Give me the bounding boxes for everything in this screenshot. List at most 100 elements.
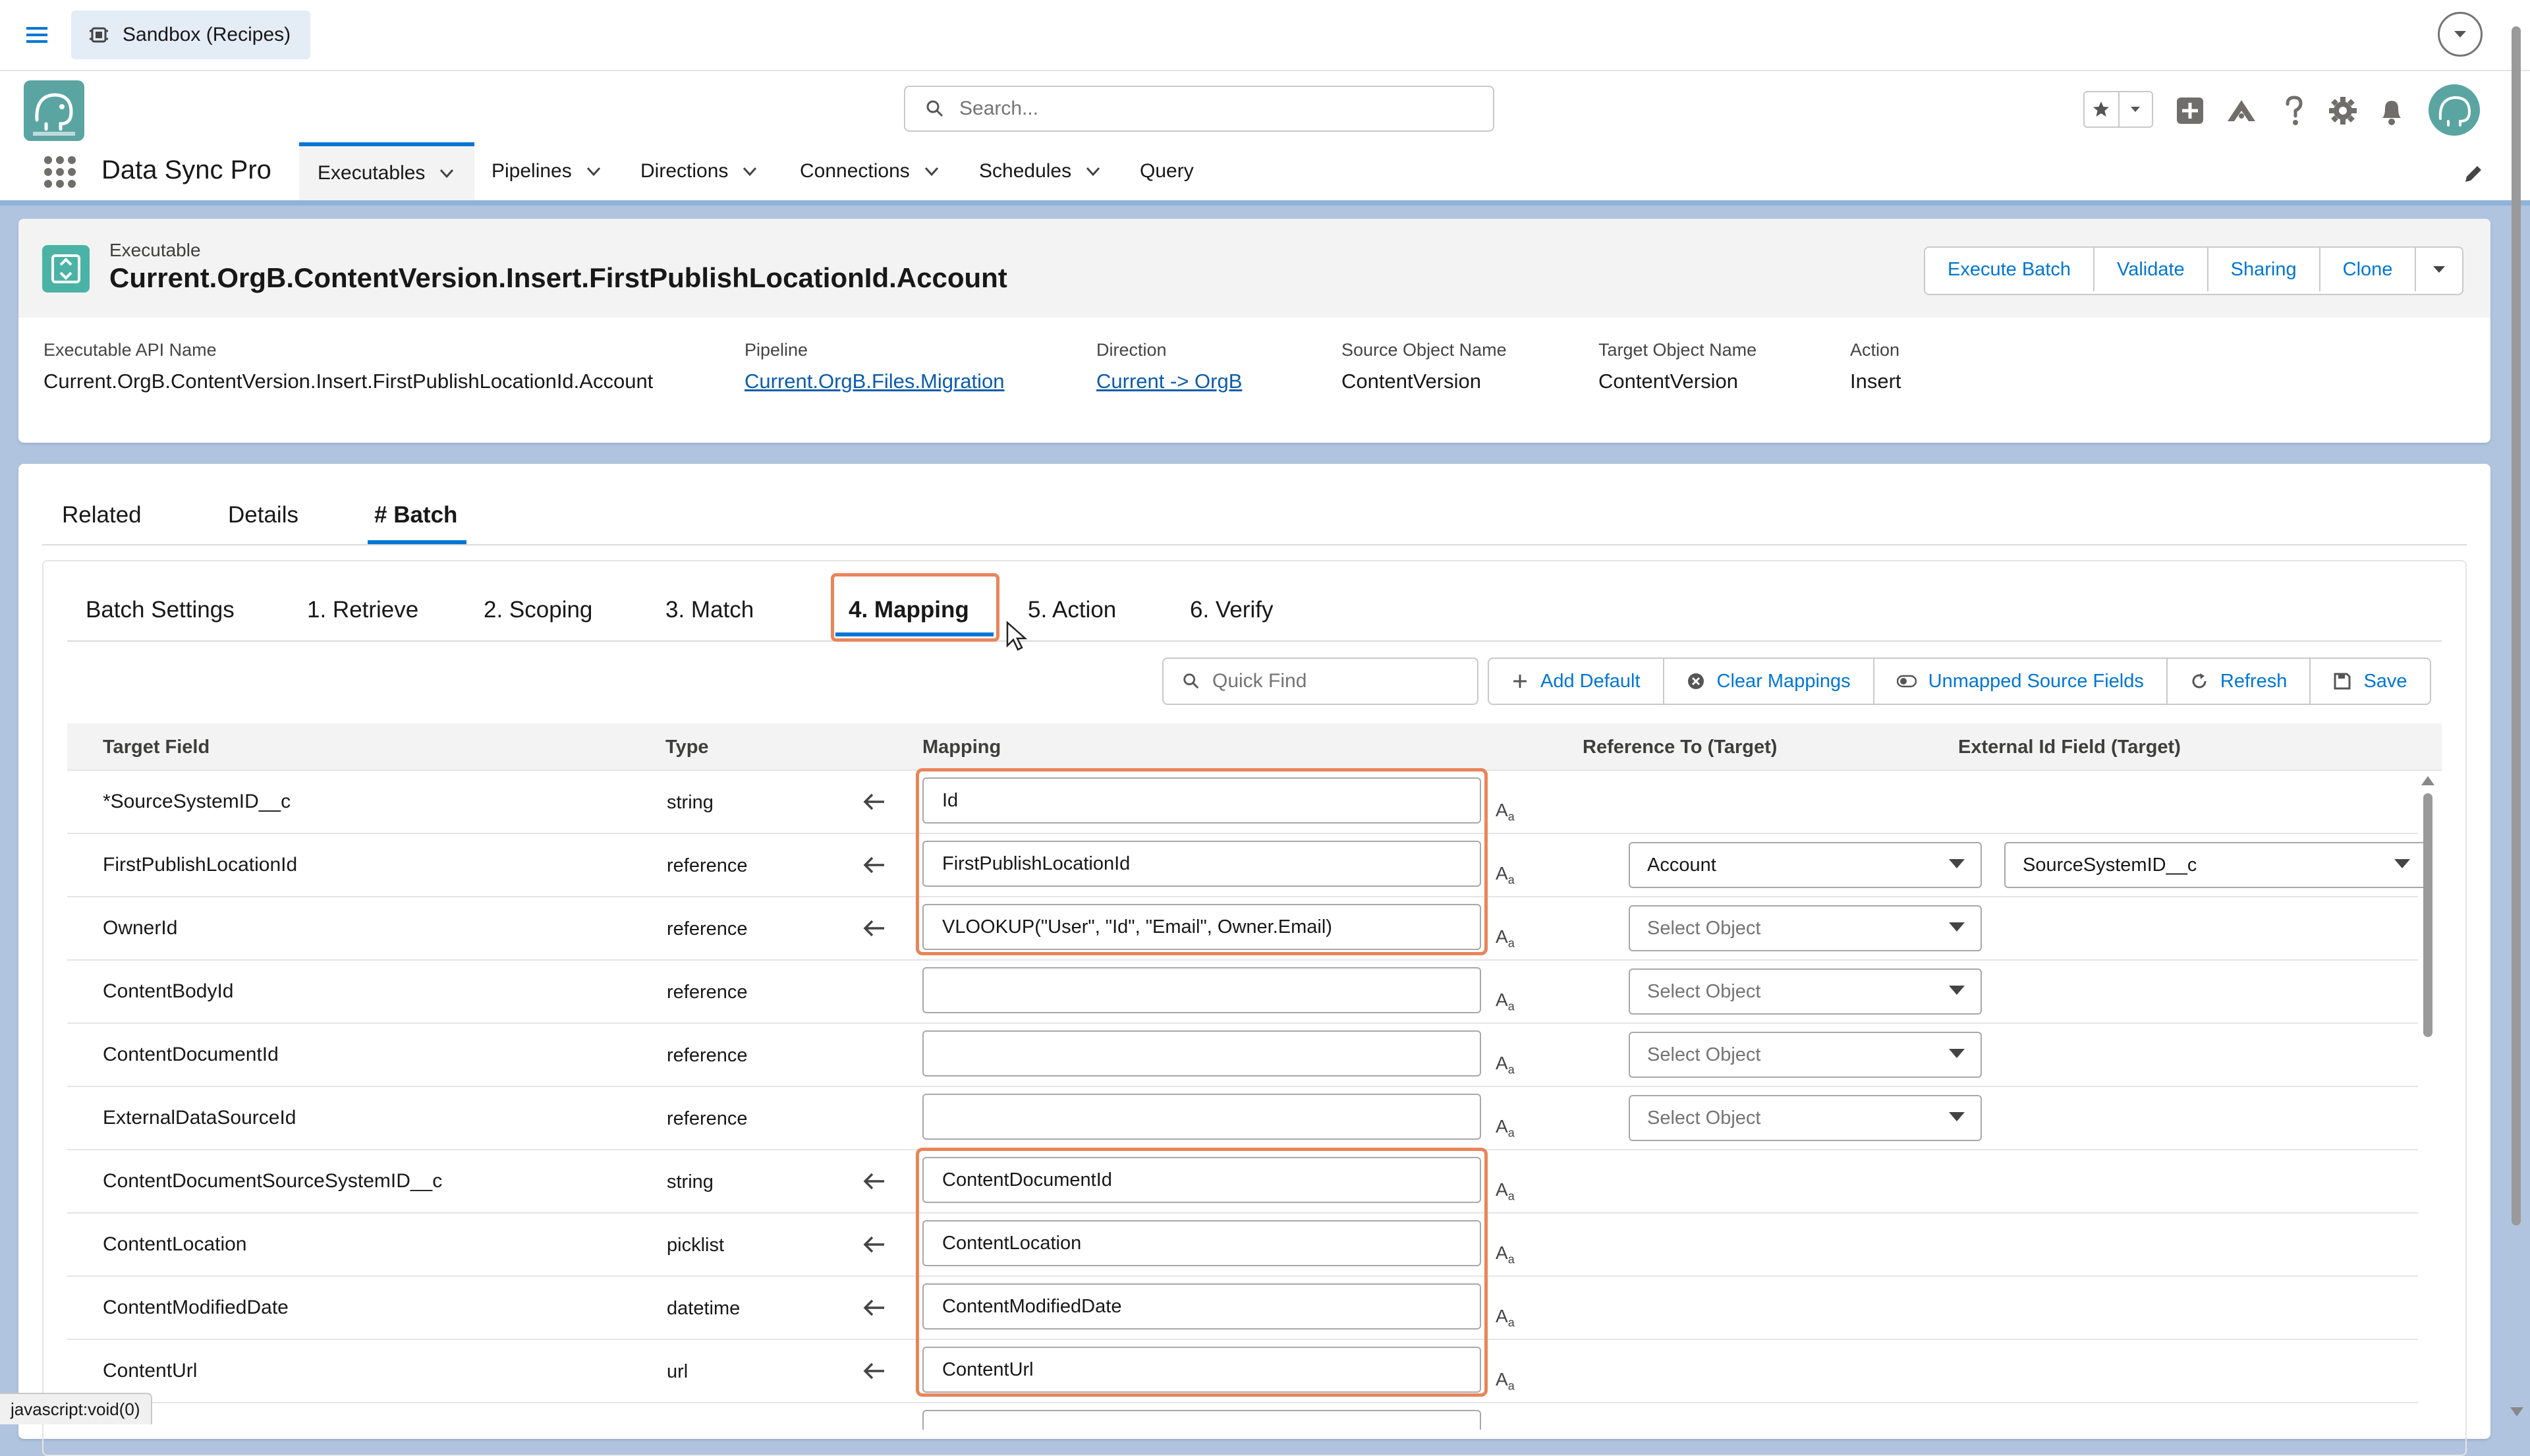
target-field-name: ExternalDataSourceId: [103, 1107, 296, 1129]
clear-icon: [1687, 672, 1705, 690]
chevron-down-icon: [1949, 1049, 1965, 1058]
active-tab-indicator: [835, 632, 994, 636]
tab-match[interactable]: 3. Match: [665, 597, 754, 623]
bell-icon[interactable]: [2375, 94, 2409, 128]
sandbox-tab[interactable]: Sandbox (Recipes): [71, 11, 311, 59]
text-type-icon: Aa: [1496, 1306, 1515, 1330]
scroll-down-icon[interactable]: [2510, 1407, 2523, 1416]
record-title: Current.OrgB.ContentVersion.Insert.First…: [109, 262, 1007, 293]
mapping-input[interactable]: VLOOKUP("User", "Id", "Email", Owner.Ema…: [922, 904, 1481, 950]
mapping-input[interactable]: ContentUrl: [922, 1347, 1481, 1393]
chevron-down-icon[interactable]: [2120, 92, 2152, 126]
button-label: Add Default: [1540, 670, 1641, 692]
field-value: Current.OrgB.ContentVersion.Insert.First…: [43, 370, 654, 393]
nav-tab-label: Connections: [800, 160, 910, 182]
tab-batch-settings[interactable]: Batch Settings: [86, 597, 235, 623]
reference-to-select[interactable]: Select Object: [1629, 905, 1982, 951]
tab-verify[interactable]: 6. Verify: [1190, 597, 1273, 623]
chevron-down-icon[interactable]: [1084, 163, 1102, 180]
target-field-name: ContentBodyId: [103, 980, 234, 1002]
mapping-input[interactable]: [922, 1094, 1481, 1140]
more-actions-button[interactable]: [2416, 248, 2463, 291]
nav-tab-directions[interactable]: Directions: [640, 142, 758, 200]
pencil-icon[interactable]: [2461, 162, 2485, 186]
nav-tab-pipelines[interactable]: Pipelines: [492, 142, 602, 200]
sharing-button[interactable]: Sharing: [2208, 248, 2320, 291]
refresh-button[interactable]: Refresh: [2168, 659, 2311, 704]
text-type-icon: Aa: [1496, 926, 1515, 950]
column-header-mapping[interactable]: Mapping: [922, 737, 1001, 758]
tab-scoping[interactable]: 2. Scoping: [484, 597, 592, 623]
pipeline-link[interactable]: Current.OrgB.Files.Migration: [745, 370, 1005, 393]
reference-to-select[interactable]: Select Object: [1629, 1032, 1982, 1078]
table-row: ContentUrl url ContentUrl Aa: [67, 1340, 2418, 1403]
tab-action[interactable]: 5. Action: [1028, 597, 1116, 623]
nav-tab-executables[interactable]: Executables: [299, 142, 474, 200]
scroll-up-icon[interactable]: [2421, 776, 2434, 785]
external-id-select[interactable]: SourceSystemID__c: [2004, 842, 2427, 888]
tab-batch[interactable]: # Batch: [368, 502, 467, 544]
help-icon[interactable]: [2277, 94, 2311, 128]
column-header-external-id[interactable]: External Id Field (Target): [1958, 737, 2181, 758]
trailhead-icon[interactable]: [2224, 94, 2259, 128]
chevron-down-icon[interactable]: [2438, 12, 2483, 57]
mapping-table: *SourceSystemID__c string Id Aa FirstPub…: [67, 768, 2427, 1430]
add-icon[interactable]: [2173, 94, 2207, 128]
execute-batch-button[interactable]: Execute Batch: [1925, 248, 2094, 291]
field-type: reference: [667, 855, 748, 876]
column-header-reference-to[interactable]: Reference To (Target): [1583, 737, 1777, 758]
chevron-down-icon: [1949, 922, 1965, 932]
tab-related[interactable]: Related: [62, 502, 142, 540]
tab-retrieve[interactable]: 1. Retrieve: [307, 597, 418, 623]
app-launcher-icon[interactable]: [42, 154, 78, 190]
main-card: Related Details # Batch Batch Settings 1…: [18, 464, 2490, 1456]
status-bar: javascript:void(0): [0, 1393, 152, 1424]
nav-tab-connections[interactable]: Connections: [800, 142, 940, 200]
mapping-input[interactable]: [922, 1030, 1481, 1077]
mapping-input[interactable]: Id: [922, 777, 1481, 824]
direction-link[interactable]: Current -> OrgB: [1096, 370, 1242, 393]
global-search-input[interactable]: Search...: [904, 86, 1494, 132]
avatar[interactable]: [2429, 84, 2480, 136]
chevron-down-icon[interactable]: [585, 163, 602, 180]
page-scrollbar-thumb[interactable]: [2512, 26, 2521, 1225]
nav-tab-schedules[interactable]: Schedules: [979, 142, 1102, 200]
mapping-input[interactable]: ContentLocation: [922, 1220, 1481, 1266]
add-default-button[interactable]: Add Default: [1489, 659, 1664, 704]
clone-button[interactable]: Clone: [2320, 248, 2417, 291]
chevron-down-icon[interactable]: [438, 165, 455, 182]
mapping-input[interactable]: [922, 1410, 1481, 1430]
target-field-name: OwnerId: [103, 917, 178, 939]
reference-to-select[interactable]: Account: [1629, 842, 1982, 888]
save-button[interactable]: Save: [2311, 659, 2429, 704]
mapping-input[interactable]: ContentDocumentId: [922, 1157, 1481, 1203]
mapping-tab-highlight: [831, 573, 999, 642]
menu-icon[interactable]: [24, 22, 50, 48]
table-scrollbar-thumb[interactable]: [2423, 793, 2432, 1037]
select-placeholder: Select Object: [1647, 1044, 1761, 1065]
column-header-type[interactable]: Type: [665, 737, 709, 758]
field-type: string: [667, 792, 714, 813]
quick-find-input[interactable]: Quick Find: [1162, 658, 1478, 705]
text-type-icon: Aa: [1496, 800, 1515, 824]
chevron-down-icon[interactable]: [741, 163, 758, 180]
reference-to-select[interactable]: Select Object: [1629, 1095, 1982, 1141]
arrow-left-icon: [862, 1233, 887, 1256]
chevron-down-icon[interactable]: [923, 163, 940, 180]
mapping-input[interactable]: ContentModifiedDate: [922, 1283, 1481, 1330]
field-value: ContentVersion: [1598, 370, 1738, 393]
search-icon: [925, 99, 945, 119]
nav-tab-label: Schedules: [979, 160, 1072, 182]
tab-details[interactable]: Details: [228, 502, 298, 540]
clear-mappings-button[interactable]: Clear Mappings: [1664, 659, 1874, 704]
favorites-group[interactable]: [2083, 91, 2153, 128]
nav-tab-query[interactable]: Query: [1140, 142, 1194, 200]
gear-icon[interactable]: [2326, 94, 2360, 128]
star-icon[interactable]: [2085, 92, 2120, 126]
mapping-input[interactable]: FirstPublishLocationId: [922, 841, 1481, 887]
validate-button[interactable]: Validate: [2094, 248, 2208, 291]
mapping-input[interactable]: [922, 967, 1481, 1013]
column-header-target-field[interactable]: Target Field: [103, 737, 210, 758]
unmapped-source-fields-button[interactable]: Unmapped Source Fields: [1874, 659, 2168, 704]
reference-to-select[interactable]: Select Object: [1629, 968, 1982, 1015]
